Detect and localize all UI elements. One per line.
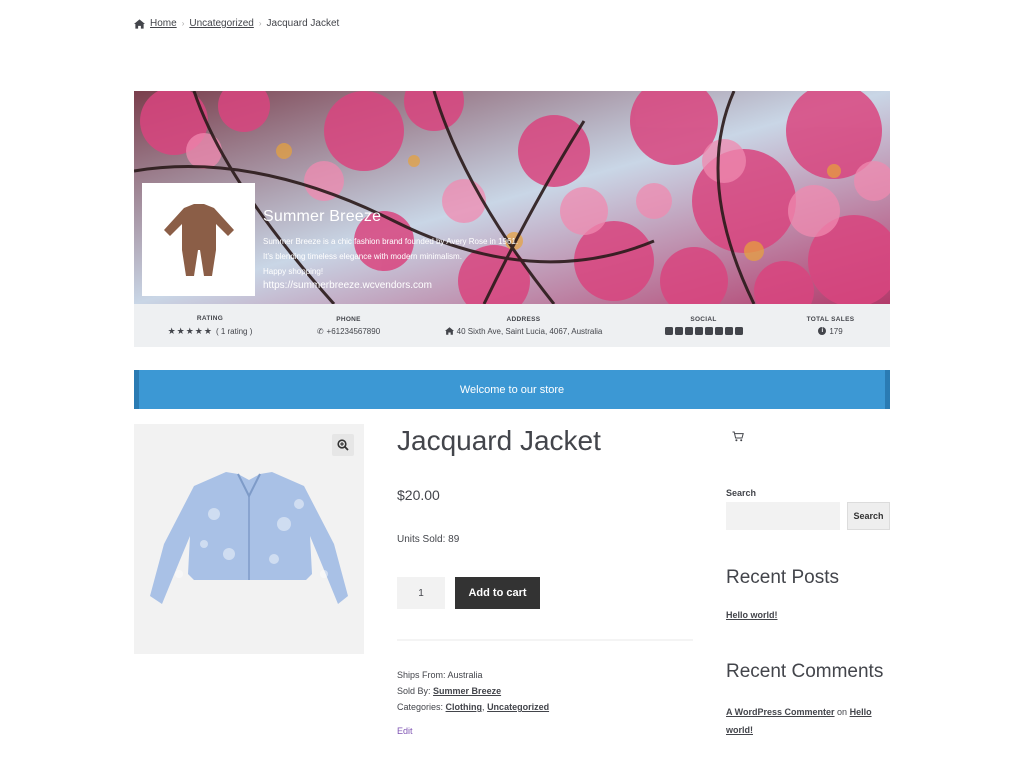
units-sold: Units Sold: 89 bbox=[397, 534, 460, 545]
snapchat-icon[interactable] bbox=[724, 327, 733, 335]
rating-label: RATING bbox=[196, 314, 224, 322]
pinterest-icon[interactable] bbox=[714, 327, 723, 335]
divider bbox=[397, 639, 693, 641]
vendor-description: Summer Breeze is a chic fashion brand fo… bbox=[263, 234, 553, 279]
search-label: Search bbox=[726, 488, 757, 498]
breadcrumb-category-link[interactable]: Uncategorized bbox=[189, 18, 253, 29]
home-icon bbox=[134, 18, 145, 29]
add-to-cart-button[interactable]: Add to cart bbox=[455, 577, 540, 609]
social-label: SOCIAL bbox=[690, 316, 717, 323]
vendor-total-sales: TOTAL SALES i 179 bbox=[771, 304, 890, 347]
info-icon: i bbox=[818, 327, 827, 335]
sold-by-link[interactable]: Summer Breeze bbox=[433, 686, 501, 696]
home-icon bbox=[444, 327, 454, 335]
vendor-name: Summer Breeze bbox=[263, 208, 382, 225]
vendor-address: ADDRESS 40 Sixth Ave, Saint Lucia, 4067,… bbox=[411, 304, 636, 347]
product-title: Jacquard Jacket bbox=[397, 425, 601, 456]
sales-value: 179 bbox=[829, 326, 843, 336]
sold-by: Sold By: Summer Breeze bbox=[397, 683, 549, 699]
comment-post-word: world! bbox=[726, 725, 753, 735]
romper-product-icon bbox=[163, 203, 234, 276]
jacket-product-image bbox=[150, 472, 348, 604]
recent-post-link[interactable]: Hello world! bbox=[726, 610, 778, 620]
welcome-banner: Welcome to our store bbox=[134, 370, 890, 409]
vendor-phone: PHONE ✆ +61234567890 bbox=[286, 304, 411, 347]
sales-label: TOTAL SALES bbox=[806, 315, 855, 323]
vendor-url[interactable]: https://summerbreeze.wcvendors.com bbox=[263, 280, 432, 291]
ships-from: Ships From: Australia bbox=[397, 667, 549, 683]
phone-value: +61234567890 bbox=[326, 326, 381, 336]
vendor-description-line: Happy shopping! bbox=[263, 267, 324, 276]
comment-post-word: Hello bbox=[849, 707, 872, 717]
vendor-social: SOCIAL bbox=[636, 304, 771, 347]
vendor-rating: RATING ★★★★★ ( 1 rating ) bbox=[134, 304, 286, 347]
categories-label: Categories: bbox=[397, 702, 444, 712]
phone-icon: ✆ bbox=[316, 326, 324, 336]
search-button[interactable]: Search bbox=[847, 502, 890, 530]
vendor-meta-bar: RATING ★★★★★ ( 1 rating ) PHONE ✆ +61234… bbox=[134, 304, 890, 347]
rating-count: ( 1 rating ) bbox=[215, 326, 253, 336]
category-link-uncategorized[interactable]: Uncategorized bbox=[487, 702, 549, 712]
youtube-icon[interactable] bbox=[704, 327, 713, 335]
category-link-clothing[interactable]: Clothing bbox=[446, 702, 483, 712]
breadcrumb-current: Jacquard Jacket bbox=[266, 18, 340, 29]
instagram-icon[interactable] bbox=[674, 327, 683, 335]
address-label: ADDRESS bbox=[506, 315, 541, 323]
ships-from-label: Ships From: bbox=[397, 670, 446, 680]
linkedin-icon[interactable] bbox=[694, 327, 703, 335]
recent-posts-title: Recent Posts bbox=[726, 567, 839, 588]
product-price: $20.00 bbox=[397, 487, 440, 503]
breadcrumb-separator: › bbox=[258, 19, 262, 28]
recent-comments-title: Recent Comments bbox=[726, 661, 884, 682]
quantity-input[interactable] bbox=[397, 577, 445, 609]
address-value: 40 Sixth Ave, Saint Lucia, 4067, Austral… bbox=[456, 326, 603, 336]
categories: Categories: Clothing, Uncategorized bbox=[397, 702, 550, 712]
vendor-description-line: Summer Breeze is a chic fashion brand fo… bbox=[263, 237, 519, 246]
breadcrumb-home-link[interactable]: Home bbox=[150, 18, 177, 29]
vendor-banner: Summer Breeze Summer Breeze is a chic fa… bbox=[134, 91, 890, 304]
edit-link[interactable]: Edit bbox=[397, 726, 413, 736]
vendor-logo[interactable] bbox=[142, 183, 255, 296]
ships-from-value: Australia bbox=[447, 670, 483, 680]
rating-stars: ★★★★★ bbox=[167, 325, 213, 336]
comment-author-link[interactable]: A WordPress Commenter bbox=[726, 707, 835, 717]
product-gallery[interactable] bbox=[134, 424, 364, 654]
breadcrumb: Home › Uncategorized › Jacquard Jacket bbox=[134, 18, 339, 29]
recent-comment-item: A WordPress Commenter on Hello world! bbox=[726, 703, 886, 739]
facebook-icon[interactable] bbox=[684, 327, 693, 335]
breadcrumb-separator: › bbox=[181, 19, 185, 28]
twitter-icon[interactable] bbox=[664, 327, 673, 335]
comment-on-text: on bbox=[837, 707, 848, 717]
vendor-description-line: It's blending timeless elegance with mod… bbox=[263, 252, 462, 261]
search-input[interactable] bbox=[726, 502, 840, 530]
cart-icon[interactable] bbox=[732, 431, 744, 442]
telegram-icon[interactable] bbox=[734, 327, 743, 335]
sold-by-label: Sold By: bbox=[397, 686, 431, 696]
product-meta: Ships From: Australia Sold By: Summer Br… bbox=[397, 667, 549, 715]
phone-label: PHONE bbox=[336, 315, 361, 323]
